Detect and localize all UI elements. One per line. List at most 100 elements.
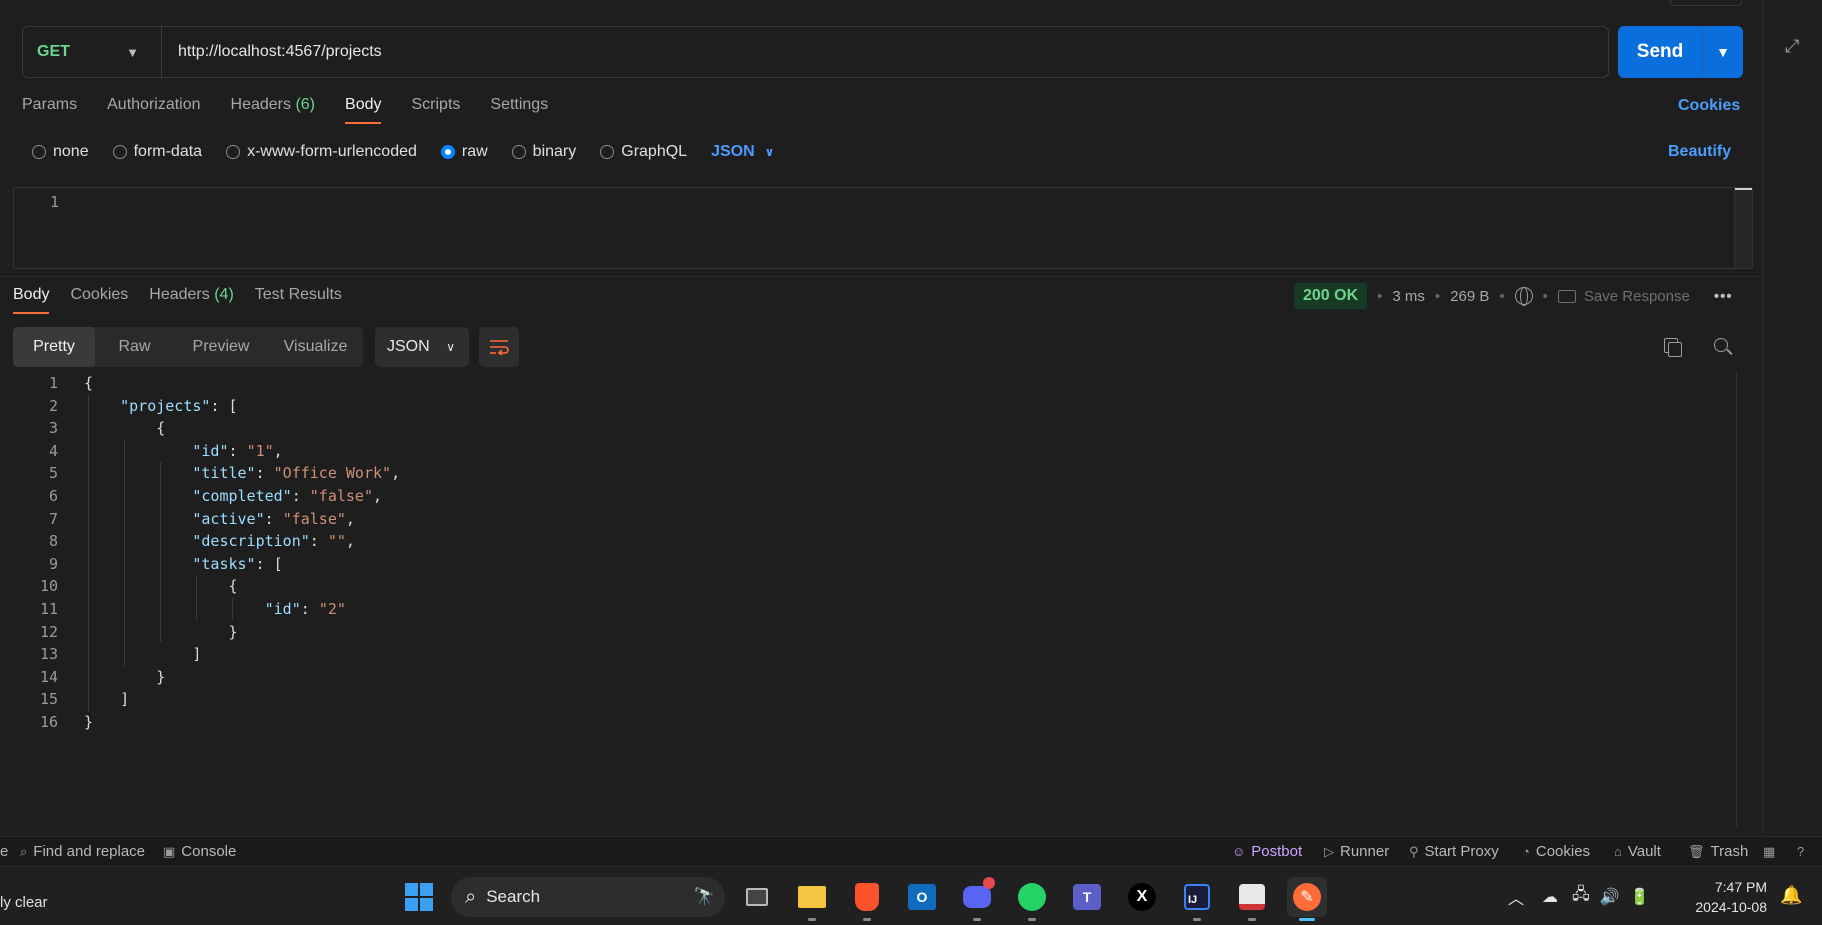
notification-bell-icon[interactable]: 🔔 xyxy=(1780,885,1802,906)
radio-urlencoded[interactable]: x-www-form-urlencoded xyxy=(226,143,417,161)
body-type-options: none form-data x-www-form-urlencoded raw… xyxy=(32,143,774,161)
start-proxy-button[interactable]: ⚲ Start Proxy xyxy=(1409,843,1499,860)
brave-browser-icon[interactable] xyxy=(847,877,887,921)
save-icon xyxy=(1557,289,1576,303)
tab-response-cookies[interactable]: Cookies xyxy=(70,286,128,314)
send-button-group: Send ▼ xyxy=(1618,26,1743,78)
onedrive-icon[interactable]: ☁ xyxy=(1542,887,1558,907)
view-pretty[interactable]: Pretty xyxy=(13,327,95,367)
tab-scripts[interactable]: Scripts xyxy=(411,96,460,124)
response-scrollbar[interactable] xyxy=(1736,372,1737,827)
vault-button[interactable]: ⌂ Vault xyxy=(1614,843,1661,860)
proxy-icon: ⚲ xyxy=(1409,843,1419,859)
search-highlight-icon: 🔭 xyxy=(693,887,715,906)
radio-dot-selected xyxy=(440,145,455,159)
body-format-select[interactable]: JSON ∨ xyxy=(711,143,774,161)
whatsapp-icon[interactable] xyxy=(1012,877,1052,921)
chevron-down-icon: ∨ xyxy=(764,145,775,159)
view-preview[interactable]: Preview xyxy=(174,327,268,367)
cookies-status-button[interactable]: ◔ Cookies xyxy=(1522,843,1590,860)
url-input[interactable]: http://localhost:4567/projects xyxy=(162,43,382,61)
console-icon: ▣ xyxy=(163,843,176,859)
send-button[interactable]: Send xyxy=(1618,41,1702,63)
wrap-lines-button[interactable] xyxy=(479,327,519,367)
response-format-select[interactable]: JSON ∨ xyxy=(375,327,469,367)
code-line: 9 "tasks": [ xyxy=(48,554,283,573)
separator-dot: • xyxy=(1377,287,1383,305)
weather-widget-text[interactable]: ly clear xyxy=(0,894,48,911)
tab-response-headers[interactable]: Headers (4) xyxy=(149,286,234,314)
status-badge[interactable]: 200 OK xyxy=(1294,283,1368,309)
beautify-button[interactable]: Beautify xyxy=(1668,143,1731,161)
globe-icon[interactable] xyxy=(1514,287,1533,306)
send-options-chevron-icon[interactable]: ▼ xyxy=(1703,44,1743,60)
separator-dot: • xyxy=(1434,287,1441,305)
cookie-icon: ◔ xyxy=(1522,844,1530,859)
search-icon[interactable] xyxy=(1714,338,1732,356)
taskbar-clock[interactable]: 7:47 PM 2024-10-08 xyxy=(1691,877,1767,917)
radio-dot xyxy=(600,145,615,159)
separator-dot: • xyxy=(1499,287,1505,305)
start-icon[interactable] xyxy=(399,877,439,917)
editor-scrollbar[interactable] xyxy=(1734,188,1752,268)
postbot-button[interactable]: ☺ Postbot xyxy=(1232,843,1302,860)
status-bar: e ⌕ Find and replace ▣ Console ☺ Postbot ▷ R… xyxy=(0,836,1822,866)
postman-icon[interactable]: ✎ xyxy=(1287,877,1327,921)
response-time[interactable]: 3 ms xyxy=(1392,288,1425,305)
copy-icon[interactable] xyxy=(1664,338,1682,357)
help-icon[interactable]: ? xyxy=(1797,844,1804,859)
view-visualize[interactable]: Visualize xyxy=(268,327,363,367)
taskbar-search[interactable]: ⌕ Search 🔭 xyxy=(451,877,725,917)
snipping-tool-icon[interactable] xyxy=(1232,877,1272,921)
file-explorer-icon[interactable] xyxy=(792,877,832,921)
tab-body[interactable]: Body xyxy=(345,96,382,124)
runner-button[interactable]: ▷ Runner xyxy=(1324,843,1389,860)
radio-raw[interactable]: raw xyxy=(440,143,488,161)
discord-icon[interactable] xyxy=(957,877,997,921)
more-options-icon[interactable]: ••• xyxy=(1714,288,1733,305)
tab-test-results[interactable]: Test Results xyxy=(255,286,342,314)
volume-icon[interactable]: 🔊 xyxy=(1600,887,1620,907)
code-line: 10 { xyxy=(39,577,238,596)
tab-authorization[interactable]: Authorization xyxy=(107,96,200,124)
save-response-button[interactable]: Save Response xyxy=(1557,288,1690,305)
radio-graphql[interactable]: GraphQL xyxy=(600,143,687,161)
expand-panel-icon[interactable]: ⤢ xyxy=(1785,36,1799,57)
trash-button[interactable]: 🗑 Trash xyxy=(1688,843,1748,860)
tab-response-body[interactable]: Body xyxy=(13,286,50,314)
cookies-link[interactable]: Cookies xyxy=(1678,97,1740,115)
response-body-viewer[interactable]: 1{ 2 "projects": [ 3 { 4 "id": "1", 5 "t… xyxy=(0,372,1740,827)
method-select[interactable]: GET ▼ xyxy=(23,27,162,77)
radio-dot xyxy=(226,145,241,159)
radio-dot xyxy=(112,145,127,159)
tab-headers[interactable]: Headers (6) xyxy=(231,96,316,124)
response-size[interactable]: 269 B xyxy=(1450,288,1489,305)
radio-none[interactable]: none xyxy=(32,143,89,161)
view-raw[interactable]: Raw xyxy=(95,327,174,367)
search-icon: ⌕ xyxy=(465,885,477,908)
windows-taskbar: ly clear ⌕ Search 🔭 O T X IJ ✎ ︿ ☁ 🖧 🔊 🔋… xyxy=(0,866,1822,925)
outlook-icon[interactable]: O xyxy=(902,877,942,917)
layout-icon[interactable]: ▦ xyxy=(1763,844,1775,860)
status-cut-label: e xyxy=(0,843,9,860)
radio-binary[interactable]: binary xyxy=(511,143,576,161)
tab-params[interactable]: Params xyxy=(22,96,77,124)
clock-date: 2024-10-08 xyxy=(1695,899,1767,915)
network-icon[interactable]: 🖧 xyxy=(1572,883,1590,910)
battery-icon[interactable]: 🔋 xyxy=(1630,887,1650,907)
url-bar: GET ▼ http://localhost:4567/projects xyxy=(22,26,1609,78)
request-body-editor[interactable]: 1 xyxy=(13,187,1753,269)
panel-divider[interactable] xyxy=(0,276,1762,277)
radio-form-data[interactable]: form-data xyxy=(112,143,202,161)
console-button[interactable]: ▣ Console xyxy=(163,843,236,860)
radio-dot xyxy=(32,145,46,159)
task-view-icon[interactable] xyxy=(737,877,777,917)
teams-icon[interactable]: T xyxy=(1067,877,1107,917)
find-replace-button[interactable]: ⌕ Find and replace xyxy=(20,843,145,860)
method-label: GET xyxy=(37,43,70,60)
tab-settings[interactable]: Settings xyxy=(490,96,548,124)
x-icon[interactable]: X xyxy=(1122,877,1162,917)
show-hidden-icons-icon[interactable]: ︿ xyxy=(1508,885,1524,909)
code-line: 5 "title": "Office Work", xyxy=(48,464,401,483)
intellij-icon[interactable]: IJ xyxy=(1177,877,1217,921)
